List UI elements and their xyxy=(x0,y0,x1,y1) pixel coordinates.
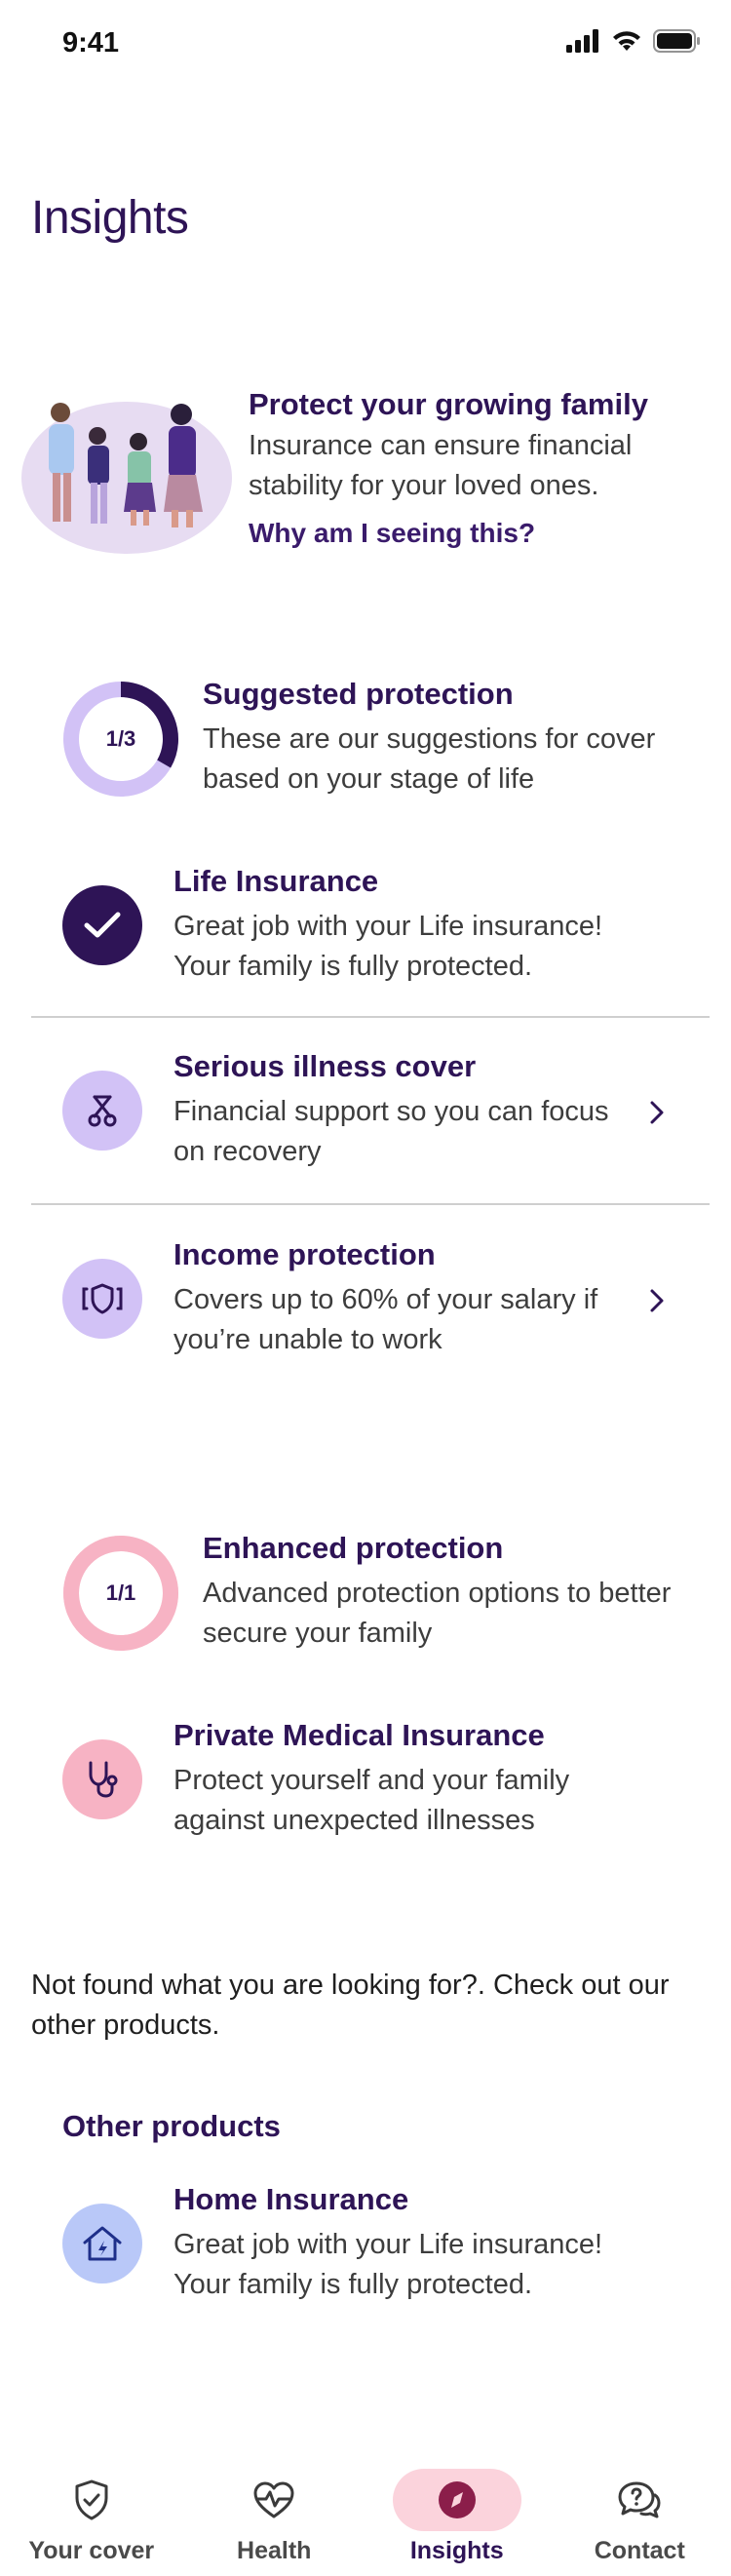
nav-contact[interactable]: Contact xyxy=(549,2457,731,2576)
chevron-right-icon xyxy=(650,1101,664,1124)
stethoscope-icon xyxy=(62,1739,142,1819)
nav-label: Your cover xyxy=(28,2537,155,2564)
home-icon xyxy=(62,2204,142,2283)
status-time: 9:41 xyxy=(62,27,120,59)
battery-icon xyxy=(653,29,700,53)
nav-label: Insights xyxy=(409,2537,504,2564)
shield-check-icon xyxy=(68,2478,115,2521)
suggested-title: Suggested protection xyxy=(203,677,514,711)
suggested-protection-header: 1/3 Suggested protection These are our s… xyxy=(62,677,667,807)
bottom-navigation: Your cover Health Insights Contact xyxy=(0,2457,731,2576)
progress-label-enhanced: 1/1 xyxy=(105,1581,136,1605)
suggested-body: These are our suggestions for cover base… xyxy=(203,723,656,795)
page-title: Insights xyxy=(31,192,189,244)
hero-card: Protect your growing family Insurance ca… xyxy=(10,385,712,561)
heart-pulse-icon xyxy=(250,2478,297,2521)
shield-income-icon xyxy=(62,1259,142,1339)
hero-text: Protect your growing family Insurance ca… xyxy=(249,385,712,553)
enhanced-title: Enhanced protection xyxy=(203,1531,504,1565)
other-products-heading: Other products xyxy=(62,2109,281,2143)
item-body: Great job with your Life insurance! Your… xyxy=(173,911,603,982)
hero-body: Insurance can ensure financial stability… xyxy=(249,430,633,501)
private-medical-text: Private Medical Insurance Protect yourse… xyxy=(173,1716,632,1841)
home-insurance-text: Home Insurance Great job with your Life … xyxy=(173,2180,632,2305)
income-protection-item[interactable]: Income protection Covers up to 60% of yo… xyxy=(31,1235,710,1372)
hero-title: Protect your growing family xyxy=(249,387,648,421)
enhanced-text: Enhanced protection Advanced protection … xyxy=(203,1529,710,1654)
item-body: Great job with your Life insurance! Your… xyxy=(173,2229,603,2300)
private-medical-insurance-item[interactable]: Private Medical Insurance Protect yourse… xyxy=(31,1716,710,1853)
home-insurance-item[interactable]: Home Insurance Great job with your Life … xyxy=(31,2180,710,2317)
serious-illness-text: Serious illness cover Financial support … xyxy=(173,1047,632,1172)
item-title: Serious illness cover xyxy=(173,1049,477,1083)
ribbon-icon xyxy=(62,1071,142,1151)
status-icons xyxy=(565,29,702,53)
divider xyxy=(31,1016,710,1018)
item-title: Life Insurance xyxy=(173,864,379,898)
suggested-text: Suggested protection These are our sugge… xyxy=(203,675,710,800)
nav-health[interactable]: Health xyxy=(183,2457,366,2576)
life-insurance-item: Life Insurance Great job with your Life … xyxy=(31,862,710,998)
compass-icon xyxy=(434,2478,481,2521)
nav-label: Health xyxy=(237,2537,312,2564)
wifi-icon xyxy=(613,31,640,51)
signal-icon xyxy=(566,29,598,53)
item-title: Private Medical Insurance xyxy=(173,1718,545,1752)
life-insurance-text: Life Insurance Great job with your Life … xyxy=(173,862,632,987)
status-bar: 9:41 xyxy=(0,0,731,88)
nav-label: Contact xyxy=(594,2537,685,2564)
chat-question-icon xyxy=(616,2478,663,2521)
check-icon xyxy=(62,885,142,965)
family-illustration xyxy=(21,402,232,554)
nav-your-cover[interactable]: Your cover xyxy=(0,2457,183,2576)
divider xyxy=(31,1203,710,1205)
item-title: Income protection xyxy=(173,1237,436,1271)
serious-illness-cover-item[interactable]: Serious illness cover Financial support … xyxy=(31,1047,710,1184)
item-body: Financial support so you can focus on re… xyxy=(173,1096,609,1167)
why-am-i-seeing-this-link[interactable]: Why am I seeing this? xyxy=(249,514,535,553)
income-protection-text: Income protection Covers up to 60% of yo… xyxy=(173,1235,632,1360)
not-found-prompt: Not found what you are looking for?. Che… xyxy=(31,1970,670,2041)
item-body: Protect yourself and your family against… xyxy=(173,1765,570,1836)
chevron-right-icon xyxy=(650,1289,664,1312)
item-body: Covers up to 60% of your salary if you’r… xyxy=(173,1284,598,1355)
nav-insights[interactable]: Insights xyxy=(366,2457,549,2576)
enhanced-protection-header: 1/1 Enhanced protection Advanced protect… xyxy=(62,1531,671,1661)
progress-label-suggested: 1/3 xyxy=(105,726,136,751)
item-title: Home Insurance xyxy=(173,2182,409,2216)
enhanced-body: Advanced protection options to better se… xyxy=(203,1578,672,1649)
